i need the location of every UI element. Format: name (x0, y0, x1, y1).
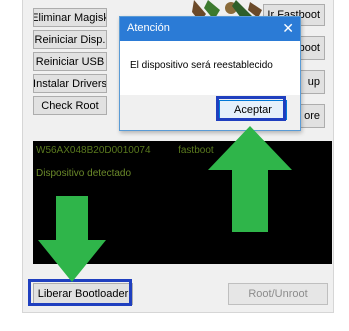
console-status-line: Dispositivo detectado (36, 168, 132, 179)
highlight-liberar-bootloader (28, 279, 132, 306)
reiniciar-usb-button[interactable]: Reiniciar USB (33, 52, 107, 71)
highlight-aceptar (216, 96, 286, 121)
reiniciar-disp-button[interactable]: Reiniciar Disp. (33, 30, 107, 49)
green-arrow-up-icon (208, 126, 292, 232)
device-serial: W56AX048B20D0010074 (36, 145, 151, 156)
eliminar-magisk-button[interactable]: Eliminar Magisk (33, 8, 107, 27)
green-arrow-down-icon (38, 196, 106, 282)
instalar-drivers-button[interactable]: Instalar Drivers (33, 74, 107, 93)
dialog-title: Atención (127, 22, 170, 34)
check-root-button[interactable]: Check Root (33, 96, 107, 115)
dialog-message: El dispositivo será reestablecido (130, 60, 273, 71)
console-device-line: W56AX048B20D0010074 fastboot (36, 145, 214, 156)
dialog-titlebar: Atención ✕ (120, 17, 300, 41)
root-unroot-button[interactable]: Root/Unroot (228, 283, 328, 305)
close-icon[interactable]: ✕ (282, 20, 294, 36)
